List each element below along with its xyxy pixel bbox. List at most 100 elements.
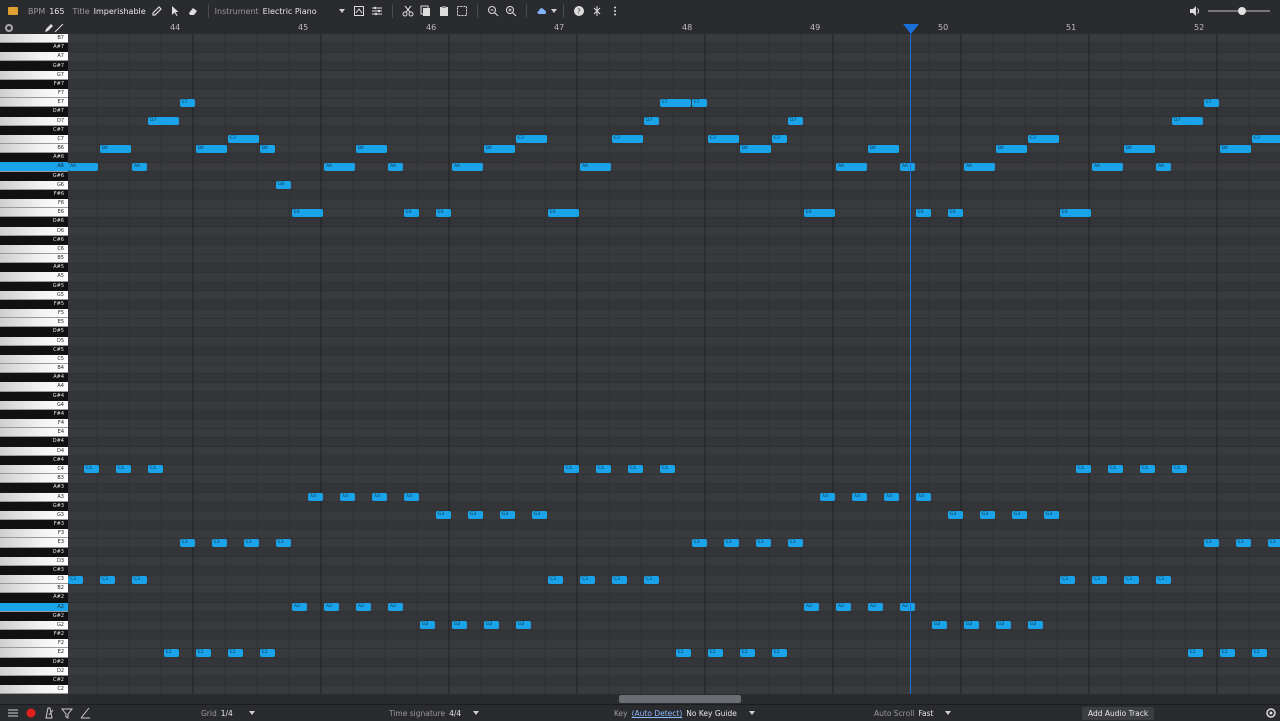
piano-key-csharp3[interactable]: C#3 xyxy=(0,565,68,576)
piano-key-g5[interactable]: G5 xyxy=(0,290,68,300)
note-e3[interactable]: E3 xyxy=(212,538,227,547)
note-g2[interactable]: G2 xyxy=(996,621,1011,630)
note-a3[interactable]: A3 xyxy=(820,493,835,501)
piano-key-d4[interactable]: D4 xyxy=(0,446,68,456)
note-e3[interactable]: E3 xyxy=(180,538,195,547)
chevron-down-icon[interactable] xyxy=(473,711,480,715)
piano-key-g6[interactable]: G6 xyxy=(0,180,68,190)
volume-icon[interactable] xyxy=(1187,3,1203,19)
piano-key-b2[interactable]: B2 xyxy=(0,584,68,594)
cloud-upload-icon[interactable] xyxy=(534,3,550,19)
note-a6[interactable]: A6 xyxy=(132,162,147,171)
note-e3[interactable]: E3 xyxy=(244,538,259,547)
note-a2[interactable]: A2 xyxy=(388,603,403,612)
piano-key-c6[interactable]: C6 xyxy=(0,244,68,255)
note-a6[interactable]: A6 xyxy=(388,162,403,171)
note-g3[interactable]: G3 xyxy=(948,511,963,520)
note-a2[interactable]: A2 xyxy=(292,603,307,612)
note-c4[interactable]: C4 xyxy=(148,465,163,474)
piano-key-f7[interactable]: F7 xyxy=(0,89,68,99)
piano-key-csharp5[interactable]: C#5 xyxy=(0,345,68,355)
note-c7[interactable]: C7 xyxy=(228,135,259,144)
note-e3[interactable]: E3 xyxy=(1204,538,1219,547)
piano-key-e4[interactable]: E4 xyxy=(0,428,68,438)
piano-key-e3[interactable]: E3 xyxy=(0,538,68,548)
note-a6[interactable]: A6 xyxy=(836,162,867,171)
note-c3[interactable]: C3 xyxy=(580,575,595,584)
piano-keyboard[interactable]: B7 A#7 A7 G#7 G7 F#7 F7 E7 D#7 D7 C#7 C7 B6 A#6 A6 G#6 G… xyxy=(0,34,68,694)
note-c3[interactable]: C3 xyxy=(612,575,627,584)
piano-key-d2[interactable]: D2 xyxy=(0,666,68,676)
time-signature-select[interactable]: 4/4 xyxy=(449,709,461,718)
note-c3[interactable]: C3 xyxy=(548,575,563,584)
piano-key-a6[interactable]: A6 xyxy=(0,162,68,172)
note-c7[interactable]: C7 xyxy=(708,135,739,144)
piano-key-c4[interactable]: C4 xyxy=(0,464,68,475)
piano-key-c2[interactable]: C2 xyxy=(0,685,68,694)
piano-key-f3[interactable]: F3 xyxy=(0,529,68,539)
piano-key-asharp4[interactable]: A#4 xyxy=(0,373,68,383)
piano-key-f6[interactable]: F6 xyxy=(0,199,68,209)
note-b6[interactable]: B6 xyxy=(484,144,515,153)
note-c4[interactable]: C4 xyxy=(660,465,675,474)
piano-roll-grid[interactable]: A6 B6 A6 D7 E7 B6 C7 B6 G6 E6 A6 B6 A6 E6 A6 E6 B6 C7 E6 A6… xyxy=(68,34,1280,694)
key-auto-detect-link[interactable]: (Auto Detect) xyxy=(632,709,683,718)
note-a2[interactable]: A2 xyxy=(900,603,915,612)
note-e3[interactable]: E3 xyxy=(1268,538,1280,547)
note-c4[interactable]: C4 xyxy=(1140,465,1155,474)
piano-key-gsharp6[interactable]: G#6 xyxy=(0,171,68,181)
note-c7[interactable]: C7 xyxy=(612,135,643,144)
note-c4[interactable]: C4 xyxy=(564,465,579,474)
note-g2[interactable]: G2 xyxy=(420,621,435,630)
quantize-icon[interactable] xyxy=(351,3,367,19)
chevron-down-icon[interactable] xyxy=(945,711,952,715)
list-icon[interactable] xyxy=(5,705,21,721)
piano-key-b5[interactable]: B5 xyxy=(0,254,68,264)
note-e7[interactable]: E7 xyxy=(180,98,195,107)
note-e2[interactable]: E2 xyxy=(676,648,691,657)
note-e6[interactable]: E6 xyxy=(292,208,323,217)
note-e2[interactable]: E2 xyxy=(1220,648,1235,657)
note-c3[interactable]: C3 xyxy=(1156,575,1171,584)
note-a2[interactable]: A2 xyxy=(804,603,819,612)
note-c4[interactable]: C4 xyxy=(1076,465,1091,474)
note-e7[interactable]: E7 xyxy=(1204,98,1219,107)
note-g3[interactable]: G3 xyxy=(468,511,483,520)
note-a6[interactable]: A6 xyxy=(68,162,98,171)
note-e2[interactable]: E2 xyxy=(196,648,211,657)
note-e2[interactable]: E2 xyxy=(772,648,787,657)
note-g3[interactable]: G3 xyxy=(532,511,547,520)
note-c4[interactable]: C4 xyxy=(1172,465,1187,474)
note-c4[interactable]: C4 xyxy=(1108,465,1123,474)
title-value[interactable]: Imperishable Vo xyxy=(94,7,148,16)
note-c7[interactable]: C7 xyxy=(1252,135,1280,144)
piano-key-dsharp2[interactable]: D#2 xyxy=(0,657,68,667)
note-g6[interactable]: G6 xyxy=(276,181,291,190)
note-b6[interactable]: B6 xyxy=(996,144,1027,153)
note-a3[interactable]: A3 xyxy=(308,493,323,501)
note-e3[interactable]: E3 xyxy=(756,538,771,547)
piano-key-gsharp7[interactable]: G#7 xyxy=(0,61,68,71)
velocity-icon[interactable] xyxy=(77,705,93,721)
piano-key-b4[interactable]: B4 xyxy=(0,364,68,374)
piano-key-g4[interactable]: G4 xyxy=(0,400,68,410)
note-a3[interactable]: A3 xyxy=(884,493,899,501)
pointer-icon[interactable] xyxy=(167,3,183,19)
piano-key-fsharp3[interactable]: F#3 xyxy=(0,520,68,530)
note-e7[interactable]: E7 xyxy=(660,98,691,107)
locate-icon[interactable] xyxy=(1263,705,1279,721)
record-icon[interactable] xyxy=(23,705,39,721)
piano-key-f4[interactable]: F4 xyxy=(0,419,68,429)
note-e3[interactable]: E3 xyxy=(788,538,803,547)
piano-key-gsharp2[interactable]: G#2 xyxy=(0,611,68,621)
note-a3[interactable]: A3 xyxy=(404,493,419,501)
note-e3[interactable]: E3 xyxy=(692,538,707,547)
note-b6[interactable]: B6 xyxy=(740,144,771,153)
note-d7[interactable]: D7 xyxy=(1172,117,1203,126)
metronome-icon[interactable] xyxy=(41,705,57,721)
settings-sliders-icon[interactable] xyxy=(369,3,385,19)
more-icon[interactable] xyxy=(607,3,623,19)
note-c4[interactable]: C4 xyxy=(84,465,99,474)
piano-key-b7[interactable]: B7 xyxy=(0,34,68,44)
note-a2[interactable]: A2 xyxy=(836,603,851,612)
